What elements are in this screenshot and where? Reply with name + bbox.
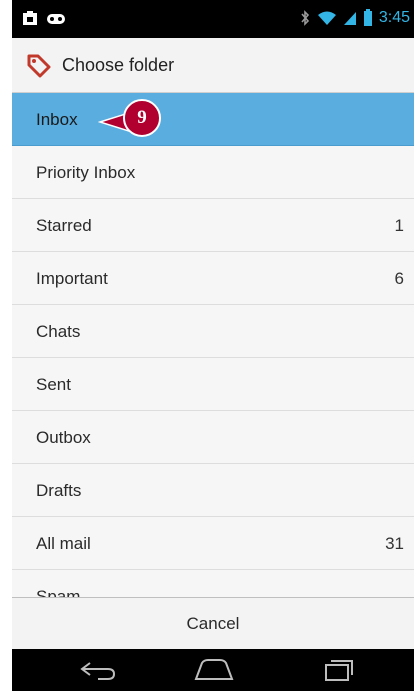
folder-item-outbox[interactable]: Outbox xyxy=(12,411,414,464)
dialog-header: Choose folder xyxy=(12,38,414,92)
folder-item-drafts[interactable]: Drafts xyxy=(12,464,414,517)
status-time: 3:45 xyxy=(378,9,410,26)
folder-label: Priority Inbox xyxy=(36,163,136,182)
bluetooth-icon xyxy=(301,10,309,26)
folder-count: 31 xyxy=(385,534,404,553)
back-icon[interactable] xyxy=(76,657,120,683)
dialog-title: Choose folder xyxy=(62,55,175,75)
folder-count: 1 xyxy=(394,216,404,235)
folder-item-inbox[interactable]: Inbox 9 xyxy=(12,93,414,146)
battery-icon xyxy=(363,9,372,26)
folder-label: Starred xyxy=(36,216,92,235)
folder-label: Sent xyxy=(36,375,71,394)
folder-label: Outbox xyxy=(36,428,91,447)
home-icon[interactable] xyxy=(192,657,236,683)
navigation-bar xyxy=(12,649,414,691)
signal-icon xyxy=(343,12,356,25)
wifi-icon xyxy=(317,11,336,25)
folder-item-starred[interactable]: Starred 1 xyxy=(12,199,414,252)
folder-item-spam[interactable]: Spam xyxy=(12,570,414,598)
folder-item-important[interactable]: Important 6 xyxy=(12,252,414,305)
folder-count: 6 xyxy=(394,269,404,288)
folder-label: Chats xyxy=(36,322,81,341)
folder-label: Important xyxy=(36,269,108,288)
folder-item-sent[interactable]: Sent xyxy=(12,358,414,411)
folder-label: Drafts xyxy=(36,481,82,500)
status-bar: 3:45 xyxy=(12,0,414,38)
folder-item-priority-inbox[interactable]: Priority Inbox xyxy=(12,146,414,199)
dialog-footer: Cancel xyxy=(12,597,414,650)
android-screen: 3:45 Choose folder Inbox 9 Priority Inbo… xyxy=(12,0,414,691)
cancel-button[interactable]: Cancel xyxy=(12,598,414,650)
recent-apps-icon[interactable] xyxy=(316,657,360,683)
step-callout-badge: 9 xyxy=(123,99,161,137)
folder-label: Inbox xyxy=(36,110,78,129)
folder-label: All mail xyxy=(36,534,91,553)
folder-item-all-mail[interactable]: All mail 31 xyxy=(12,517,414,570)
folder-item-chats[interactable]: Chats xyxy=(12,305,414,358)
gamepad-icon xyxy=(47,14,65,24)
label-tag-icon xyxy=(27,54,51,78)
notification-icon xyxy=(23,11,37,25)
folder-list[interactable]: Inbox 9 Priority Inbox Starred 1 Importa… xyxy=(12,92,414,598)
